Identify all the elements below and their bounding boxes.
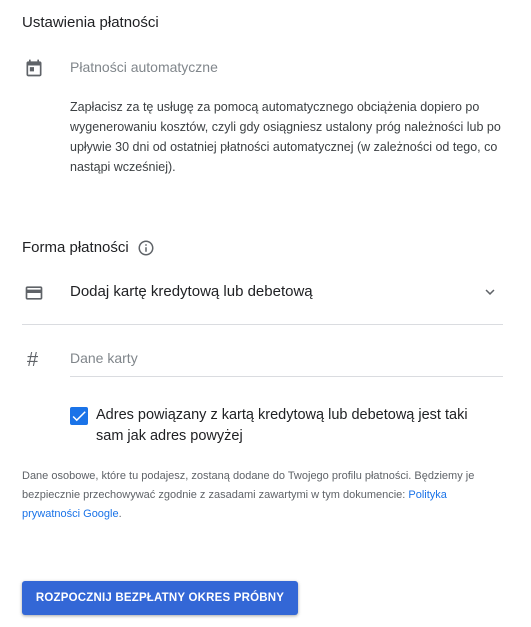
start-free-trial-button[interactable]: ROZPOCZNIJ BEZPŁATNY OKRES PRÓBNY xyxy=(22,581,298,615)
privacy-note-suffix: . xyxy=(118,508,122,520)
card-data-input[interactable]: Dane karty xyxy=(70,350,138,366)
privacy-note: Dane osobowe, które tu podajesz, zostaną… xyxy=(22,467,507,524)
auto-payments-description: Zapłacisz za tę usługę za pomocą automat… xyxy=(70,100,501,174)
payment-method-title: Forma płatności xyxy=(22,239,129,256)
info-icon[interactable] xyxy=(137,239,155,257)
auto-payments-label: Płatności automatyczne xyxy=(70,59,218,75)
input-underline xyxy=(70,376,503,377)
privacy-note-text: Dane osobowe, które tu podajesz, zostaną… xyxy=(22,470,475,501)
check-icon xyxy=(72,411,86,422)
chevron-down-icon[interactable] xyxy=(481,283,499,301)
same-address-checkbox[interactable] xyxy=(70,407,88,425)
same-address-label[interactable]: Adres powiązany z kartą kredytową lub de… xyxy=(96,405,496,447)
divider xyxy=(22,324,503,325)
payment-settings-title: Ustawienia płatności xyxy=(22,14,159,31)
credit-card-icon xyxy=(25,286,43,300)
calendar-icon xyxy=(26,59,42,77)
hash-icon: # xyxy=(27,349,39,371)
add-card-label: Dodaj kartę kredytową lub debetową xyxy=(70,283,313,300)
